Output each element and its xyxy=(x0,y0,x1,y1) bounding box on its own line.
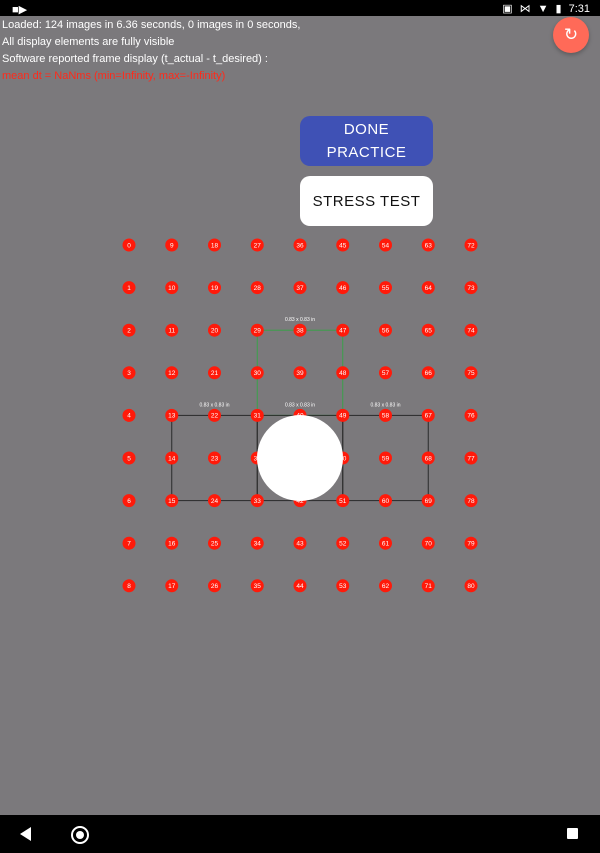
target-dot-label: 36 xyxy=(296,242,304,249)
target-dot-label: 49 xyxy=(339,413,347,420)
target-dot-label: 77 xyxy=(467,455,475,462)
target-dot-label: 17 xyxy=(168,583,176,590)
target-dot-label: 44 xyxy=(296,583,304,590)
target-dot-label: 25 xyxy=(211,541,219,548)
target-dot-label: 30 xyxy=(254,370,262,377)
target-dot-label: 61 xyxy=(382,541,390,548)
target-dot-label: 27 xyxy=(254,242,262,249)
target-dot-label: 24 xyxy=(211,498,219,505)
target-dot-label: 43 xyxy=(296,541,304,548)
target-dot-label: 45 xyxy=(339,242,347,249)
target-dot-label: 69 xyxy=(425,498,433,505)
back-icon[interactable] xyxy=(20,827,31,841)
target-dot-label: 26 xyxy=(211,583,219,590)
target-dot-label: 1 xyxy=(127,285,131,292)
target-dot-label: 10 xyxy=(168,285,176,292)
target-dot-label: 22 xyxy=(211,413,219,420)
target-dot-label: 6 xyxy=(127,498,131,505)
target-dot-label: 79 xyxy=(467,541,475,548)
target-dot-label: 20 xyxy=(211,328,219,335)
target-dot-label: 56 xyxy=(382,328,390,335)
target-dot-label: 8 xyxy=(127,583,131,590)
target-dot-label: 53 xyxy=(339,583,347,590)
target-dot-label: 78 xyxy=(467,498,475,505)
target-dot-label: 0 xyxy=(127,242,131,249)
target-dot-label: 74 xyxy=(467,328,475,335)
target-dot-label: 59 xyxy=(382,455,390,462)
target-dot-label: 29 xyxy=(254,328,262,335)
target-dot-label: 2 xyxy=(127,328,131,335)
target-dot-label: 28 xyxy=(254,285,262,292)
size-label: 0.83 x 0.83 in xyxy=(199,402,229,408)
target-dot-label: 7 xyxy=(127,541,131,548)
recents-icon[interactable] xyxy=(567,828,578,839)
target-dot-label: 12 xyxy=(168,370,176,377)
navigation-bar xyxy=(0,815,600,853)
target-dot-label: 9 xyxy=(170,242,174,249)
target-dot-label: 48 xyxy=(339,370,347,377)
target-dot-label: 64 xyxy=(425,285,433,292)
size-label: 0.83 x 0.83 in xyxy=(285,402,315,408)
target-dot-label: 80 xyxy=(467,583,475,590)
target-dot-label: 31 xyxy=(254,413,262,420)
target-dot-label: 63 xyxy=(425,242,433,249)
target-dot-label: 57 xyxy=(382,370,390,377)
target-dot-label: 70 xyxy=(425,541,433,548)
target-dot-label: 15 xyxy=(168,498,176,505)
target-dot-label: 73 xyxy=(467,285,475,292)
target-dot-label: 75 xyxy=(467,370,475,377)
target-dot-label: 16 xyxy=(168,541,176,548)
target-dot-label: 46 xyxy=(339,285,347,292)
target-dot-label: 18 xyxy=(211,242,219,249)
target-dot-label: 68 xyxy=(425,455,433,462)
target-dot-label: 3 xyxy=(127,370,131,377)
target-dot-label: 4 xyxy=(127,413,131,420)
target-dot-label: 5 xyxy=(127,455,131,462)
target-dot-label: 38 xyxy=(296,328,304,335)
target-dot-label: 33 xyxy=(254,498,262,505)
target-dot-label: 65 xyxy=(425,328,433,335)
size-label: 0.83 x 0.83 in xyxy=(370,402,400,408)
target-dot-label: 58 xyxy=(382,413,390,420)
target-dot-label: 55 xyxy=(382,285,390,292)
target-dot-label: 52 xyxy=(339,541,347,548)
target-dot-label: 71 xyxy=(425,583,433,590)
home-icon[interactable] xyxy=(71,826,89,844)
target-grid: 0.83 x 0.83 in 0.83 x 0.83 in 0.83 x 0.83 … xyxy=(122,238,478,593)
target-dot-label: 76 xyxy=(467,413,475,420)
target-dot-label: 37 xyxy=(296,285,304,292)
target-dot-label: 14 xyxy=(168,455,176,462)
target-dot-label: 21 xyxy=(211,370,219,377)
target-dot-label: 11 xyxy=(168,328,175,335)
target-dot-label: 34 xyxy=(254,541,262,548)
target-dot-label: 54 xyxy=(382,242,390,249)
target-dot-label: 47 xyxy=(339,328,347,335)
target-dot-label: 35 xyxy=(254,583,262,590)
target-dot-label: 62 xyxy=(382,583,390,590)
target-dot-label: 19 xyxy=(211,285,219,292)
target-dot-label: 60 xyxy=(382,498,390,505)
target-dot-label: 51 xyxy=(339,498,347,505)
target-dot-label: 13 xyxy=(168,413,176,420)
target-dot-label: 67 xyxy=(425,413,433,420)
size-label: 0.83 x 0.83 in xyxy=(285,317,315,323)
target-dot-label: 72 xyxy=(467,242,475,249)
touch-point-circle xyxy=(257,415,343,501)
target-dot-label: 23 xyxy=(211,455,219,462)
target-dot-label: 66 xyxy=(425,370,433,377)
target-dot-label: 39 xyxy=(296,370,304,377)
